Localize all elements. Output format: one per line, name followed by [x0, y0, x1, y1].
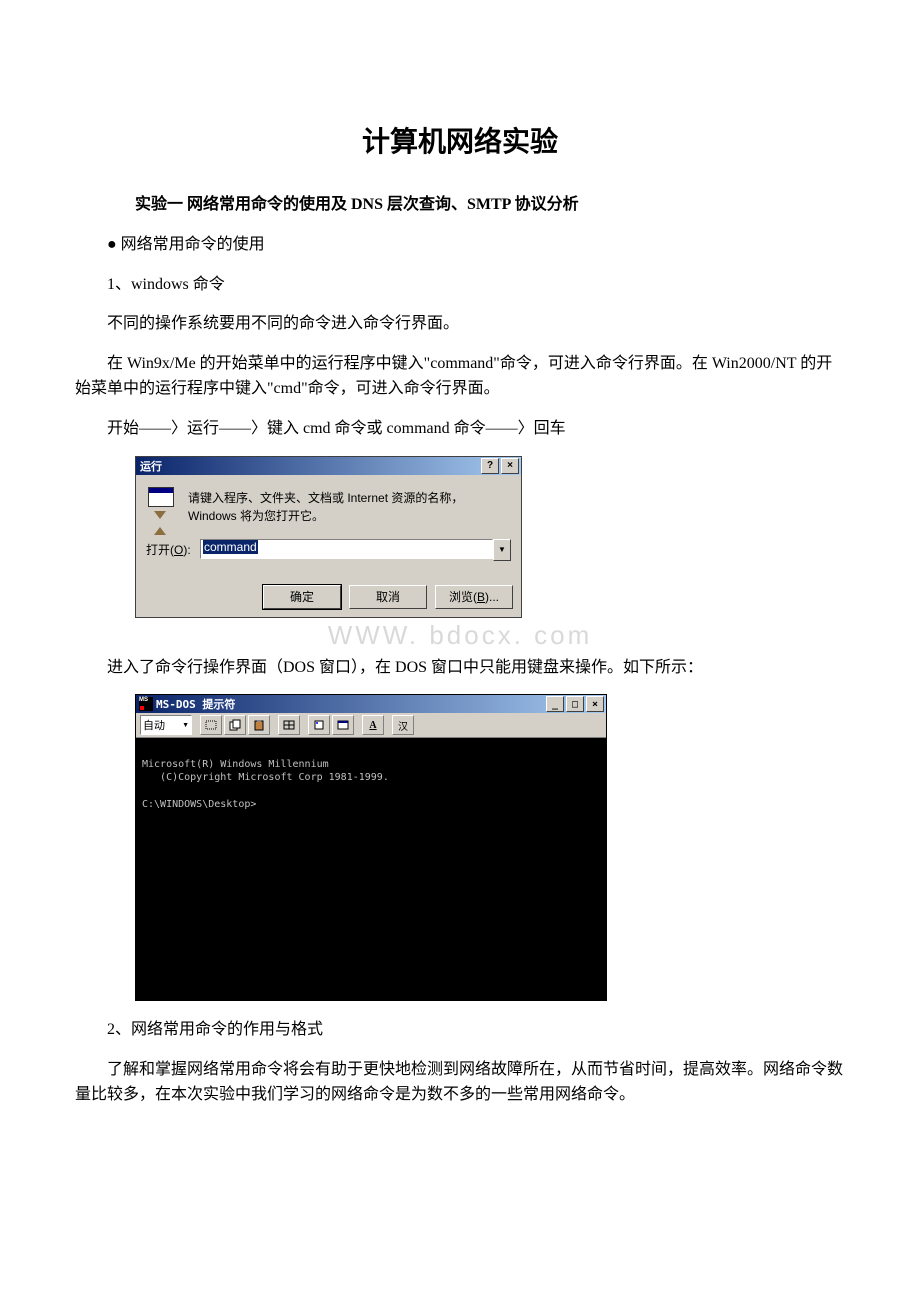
- browse-button[interactable]: 浏览(B)...: [435, 585, 513, 609]
- toolbar-ime-icon[interactable]: 汉: [392, 715, 414, 735]
- dos-terminal[interactable]: Microsoft(R) Windows Millennium (C)Copyr…: [136, 738, 606, 1000]
- paragraph-3: 开始——〉运行——〉键入 cmd 命令或 command 命令——〉回车: [75, 416, 845, 442]
- toolbar-font-a-icon[interactable]: A: [362, 715, 384, 735]
- ok-button[interactable]: 确定: [263, 585, 341, 609]
- toolbar-fullscreen-icon[interactable]: [278, 715, 300, 735]
- toolbar-properties-icon[interactable]: [308, 715, 330, 735]
- toolbar-btn-1[interactable]: [200, 715, 222, 735]
- section1-1: 1、windows 命令: [75, 272, 845, 298]
- dos-toolbar: 自动▼ A 汉: [136, 713, 606, 738]
- run-icon: [146, 487, 178, 519]
- open-input[interactable]: command: [200, 539, 493, 559]
- dos-titlebar: MS-DOS 提示符 _ □ ×: [136, 695, 606, 713]
- paragraph-2: 在 Win9x/Me 的开始菜单中的运行程序中键入"command"命令，可进入…: [75, 351, 845, 402]
- open-label: 打开(O):: [146, 541, 200, 558]
- close-button[interactable]: ×: [501, 458, 519, 474]
- dos-window: MS-DOS 提示符 _ □ × 自动▼ A 汉 Microsoft(R) Wi…: [135, 694, 607, 1001]
- run-dialog-titlebar: 运行 ? ×: [136, 457, 521, 475]
- page-title: 计算机网络实验: [75, 120, 845, 160]
- open-dropdown[interactable]: ▼: [493, 539, 511, 561]
- subtitle: 实验一 网络常用命令的使用及 DNS 层次查询、SMTP 协议分析: [135, 190, 845, 214]
- paragraph-4: 进入了命令行操作界面（DOS 窗口），在 DOS 窗口中只能用键盘来操作。如下所…: [75, 655, 845, 681]
- run-dialog: 运行 ? × 请键入程序、文件夹、文档或 Internet 资源的名称，Wind…: [135, 456, 522, 618]
- font-size-select[interactable]: 自动▼: [140, 715, 192, 735]
- toolbar-copy-icon[interactable]: [224, 715, 246, 735]
- dos-title: MS-DOS 提示符: [156, 696, 544, 712]
- paragraph-5: 了解和掌握网络常用命令将会有助于更快地检测到网络故障所在，从而节省时间，提高效率…: [75, 1057, 845, 1108]
- watermark: WWW. bdocx. com: [75, 620, 845, 651]
- section-2: 2、网络常用命令的作用与格式: [75, 1017, 845, 1043]
- maximize-button[interactable]: □: [566, 696, 584, 712]
- help-button[interactable]: ?: [481, 458, 499, 474]
- section1-bullet: ● 网络常用命令的使用: [75, 232, 845, 258]
- dos-app-icon: [139, 697, 153, 711]
- cancel-button[interactable]: 取消: [349, 585, 427, 609]
- toolbar-paste-icon[interactable]: [248, 715, 270, 735]
- paragraph-1: 不同的操作系统要用不同的命令进入命令行界面。: [75, 311, 845, 337]
- run-dialog-title: 运行: [140, 458, 479, 474]
- minimize-button[interactable]: _: [546, 696, 564, 712]
- toolbar-background-icon[interactable]: [332, 715, 354, 735]
- run-description: 请键入程序、文件夹、文档或 Internet 资源的名称，Windows 将为您…: [188, 487, 511, 525]
- close-button[interactable]: ×: [586, 696, 604, 712]
